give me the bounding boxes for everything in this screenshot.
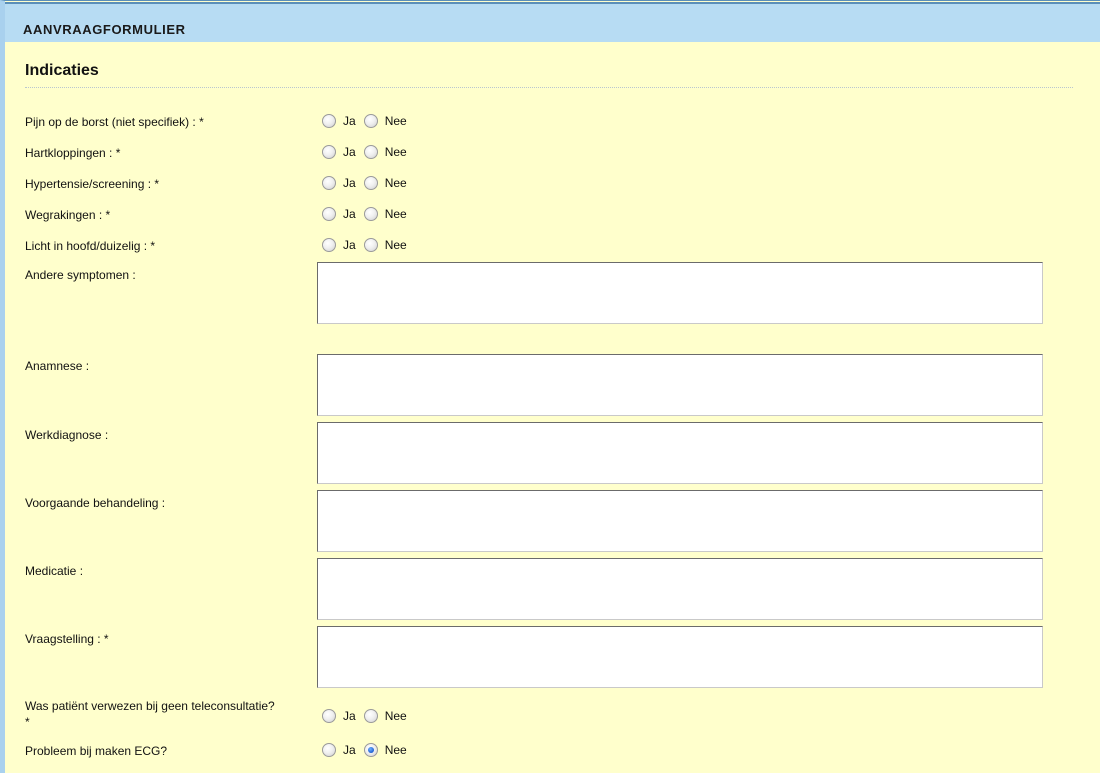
question-label-licht-in-hoofd: Licht in hoofd/duizelig : * xyxy=(25,239,156,253)
question-label-wegrakingen: Wegrakingen : * xyxy=(25,208,111,222)
radio-group-hartkloppingen: Ja Nee xyxy=(322,143,415,161)
radio-probleem-ecg-ja[interactable] xyxy=(322,743,336,757)
field-label-werkdiagnose: Werkdiagnose : xyxy=(25,428,109,442)
radio-label-ja: Ja xyxy=(343,207,356,221)
radio-wegrakingen-nee[interactable] xyxy=(363,207,378,221)
radio-label-ja: Ja xyxy=(343,743,356,757)
radio-label-nee: Nee xyxy=(384,238,407,252)
question-label-hartkloppingen: Hartkloppingen : * xyxy=(25,146,121,160)
radio-label-ja: Ja xyxy=(343,114,356,128)
form-header: AANVRAAGFORMULIER xyxy=(5,2,1100,42)
radio-group-wegrakingen: Ja Nee xyxy=(322,205,415,223)
field-label-andere-symptomen: Andere symptomen : xyxy=(25,268,136,282)
radio-hartkloppingen-ja[interactable] xyxy=(322,145,336,159)
medicatie-textarea[interactable] xyxy=(317,558,1043,620)
radio-label-nee: Nee xyxy=(384,114,407,128)
radio-probleem-ecg-nee[interactable] xyxy=(363,743,378,757)
vraagstelling-textarea[interactable] xyxy=(317,626,1043,688)
radio-label-ja: Ja xyxy=(343,238,356,252)
radio-verwezen-ja[interactable] xyxy=(322,709,336,723)
radio-group-pijn-op-de-borst: Ja Nee xyxy=(322,112,415,130)
radio-hartkloppingen-nee[interactable] xyxy=(363,145,378,159)
radio-group-licht-in-hoofd: Ja Nee xyxy=(322,236,415,254)
radio-wegrakingen-ja[interactable] xyxy=(322,207,336,221)
radio-pijn-op-de-borst-nee[interactable] xyxy=(363,114,378,128)
field-label-voorgaande-behandeling: Voorgaande behandeling : xyxy=(25,496,166,510)
radio-label-nee: Nee xyxy=(384,145,407,159)
radio-hypertensie-nee[interactable] xyxy=(363,176,378,190)
question-label-pijn-op-de-borst: Pijn op de borst (niet specifiek) : * xyxy=(25,115,204,129)
radio-label-nee: Nee xyxy=(384,176,407,190)
andere-symptomen-textarea[interactable] xyxy=(317,262,1043,324)
radio-label-ja: Ja xyxy=(343,145,356,159)
radio-pijn-op-de-borst-ja[interactable] xyxy=(322,114,336,128)
radio-group-probleem-ecg: Ja Nee xyxy=(322,741,415,759)
radio-licht-in-hoofd-nee[interactable] xyxy=(363,238,378,252)
radio-label-ja: Ja xyxy=(343,709,356,723)
radio-group-verwezen: Ja Nee xyxy=(322,707,415,725)
radio-verwezen-nee[interactable] xyxy=(363,709,378,723)
radio-group-hypertensie: Ja Nee xyxy=(322,174,415,192)
question-label-probleem-ecg: Probleem bij maken ECG? xyxy=(25,744,168,758)
voorgaande-behandeling-textarea[interactable] xyxy=(317,490,1043,552)
section-divider xyxy=(25,87,1073,88)
field-label-anamnese: Anamnese : xyxy=(25,359,90,373)
question-label-verwezen: Was patiënt verwezen bij geen teleconsul… xyxy=(25,699,275,729)
section-title: Indicaties xyxy=(25,62,99,79)
question-label-hypertensie: Hypertensie/screening : * xyxy=(25,177,160,191)
field-label-vraagstelling: Vraagstelling : * xyxy=(25,632,109,646)
radio-label-ja: Ja xyxy=(343,176,356,190)
form-window: AANVRAAGFORMULIER Indicaties Pijn op de … xyxy=(0,0,1100,773)
werkdiagnose-textarea[interactable] xyxy=(317,422,1043,484)
anamnese-textarea[interactable] xyxy=(317,354,1043,416)
radio-label-nee: Nee xyxy=(384,743,407,757)
radio-label-nee: Nee xyxy=(384,207,407,221)
field-label-medicatie: Medicatie : xyxy=(25,564,84,578)
radio-hypertensie-ja[interactable] xyxy=(322,176,336,190)
radio-label-nee: Nee xyxy=(384,709,407,723)
radio-licht-in-hoofd-ja[interactable] xyxy=(322,238,336,252)
form-title: AANVRAAGFORMULIER xyxy=(23,22,186,37)
